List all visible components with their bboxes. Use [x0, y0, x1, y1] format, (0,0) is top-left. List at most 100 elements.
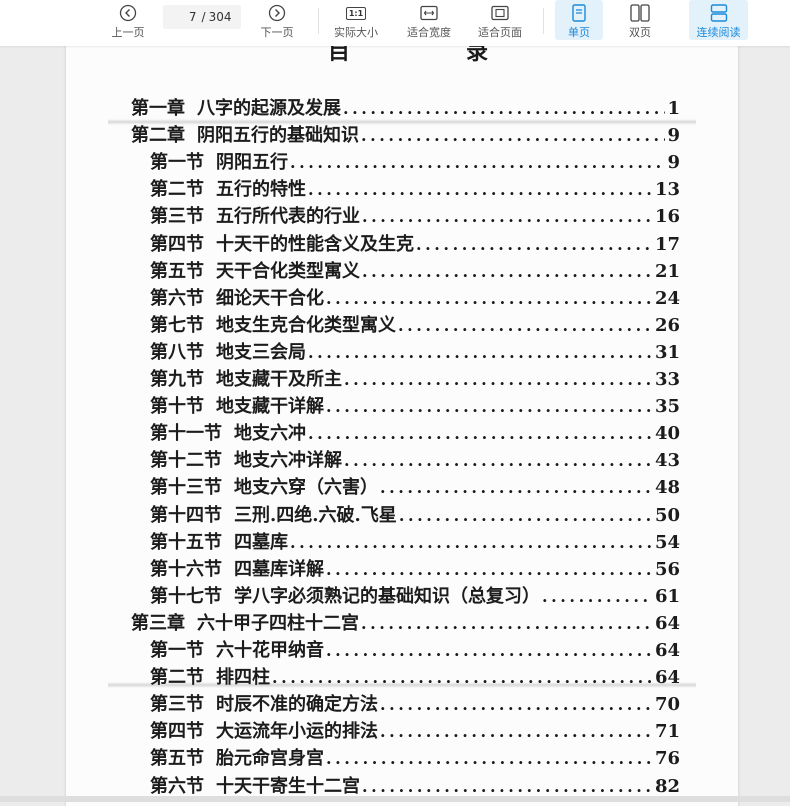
- toc-entry-title: 三刑.四绝.六破.飞星: [234, 505, 397, 526]
- toc-entry-label: 第六节: [150, 288, 204, 309]
- toc-section-entry[interactable]: 第十三节地支六穿（六害） 48: [150, 473, 680, 498]
- page-number-input[interactable]: [172, 10, 197, 24]
- toc-entry-title: 细论天干合化: [216, 288, 324, 309]
- toc-entry-label: 第一节: [150, 640, 204, 661]
- toc-leader-dots: [399, 506, 653, 525]
- toc-entry-title: 六十甲子四柱十二宫: [197, 613, 359, 634]
- toc-entry-label: 第十五节: [150, 532, 222, 553]
- toc-entry-label: 第五节: [150, 748, 204, 769]
- toc-section-entry[interactable]: 第九节地支藏干及所主 33: [150, 365, 680, 390]
- double-page-button[interactable]: 双页: [616, 0, 664, 42]
- toc-section-entry[interactable]: 第十节地支藏干详解 35: [150, 392, 680, 417]
- toc-leader-dots: [344, 451, 653, 470]
- next-page-button[interactable]: 下一页: [255, 0, 299, 42]
- toc-leader-dots: [343, 99, 665, 118]
- toc-section-entry[interactable]: 第一节阴阳五行 9: [150, 148, 680, 173]
- fit-width-icon: [420, 3, 438, 23]
- toc-entry-page-number: 82: [654, 776, 680, 797]
- toc-chapter-entry[interactable]: 第二章阴阳五行的基础知识 9: [131, 121, 680, 146]
- toc-entry-title: 十天干的性能含义及生克: [216, 234, 414, 255]
- toc-entry-page-number: 64: [654, 613, 680, 634]
- toc-section-entry[interactable]: 第十五节四墓库 54: [150, 528, 680, 553]
- toc-entry-page-number: 64: [654, 640, 680, 661]
- toc-entry-page-number: 43: [654, 450, 680, 471]
- toc-leader-dots: [326, 289, 653, 308]
- actual-size-button[interactable]: 1:1 实际大小: [330, 0, 382, 42]
- actual-size-icon: 1:1: [345, 3, 367, 23]
- toc-leader-dots: [308, 180, 653, 199]
- toc-section-entry[interactable]: 第十二节地支六冲详解 43: [150, 446, 680, 471]
- prev-page-button[interactable]: 上一页: [106, 0, 150, 42]
- toc-section-entry[interactable]: 第七节地支生克合化类型寓义 26: [150, 311, 680, 336]
- toc-leader-dots: [308, 343, 653, 362]
- toc-entry-label: 第九节: [150, 369, 204, 390]
- toc-entry-label: 第六节: [150, 776, 204, 797]
- single-page-button[interactable]: 单页: [555, 0, 603, 40]
- toc-section-entry[interactable]: 第五节胎元命宫身宫 76: [150, 744, 680, 769]
- toc-entry-page-number: 54: [654, 532, 680, 553]
- toc-entry-title: 阴阳五行: [216, 152, 288, 173]
- toc-entry-page-number: 31: [654, 342, 680, 363]
- chevron-right-icon: [268, 3, 286, 23]
- toc-entry-label: 第十七节: [150, 586, 222, 607]
- toc-section-entry[interactable]: 第一节六十花甲纳音 64: [150, 636, 680, 661]
- toc-section-entry[interactable]: 第十六节四墓库详解 56: [150, 555, 680, 580]
- toc-entry-title: 地支生克合化类型寓义: [216, 315, 396, 336]
- toc-entry-title: 八字的起源及发展: [197, 98, 341, 119]
- bottom-scroll-area: [0, 796, 790, 802]
- toc-entry-label: 第二章: [131, 125, 185, 146]
- toc-section-entry[interactable]: 第十一节地支六冲 40: [150, 419, 680, 444]
- toc-entry-page-number: 40: [654, 423, 680, 444]
- toc-section-entry[interactable]: 第六节十天干寄生十二宫 82: [150, 772, 680, 797]
- toc-entry-label: 第四节: [150, 721, 204, 742]
- toc-entry-title: 大运流年小运的排法: [216, 721, 378, 742]
- toc-section-entry[interactable]: 第五节天干合化类型寓义 21: [150, 257, 680, 282]
- continuous-reading-button[interactable]: 连续阅读: [689, 0, 748, 40]
- toc-entry-page-number: 50: [654, 505, 680, 526]
- toc-entry-label: 第三节: [150, 206, 204, 227]
- toc-section-entry[interactable]: 第四节十天干的性能含义及生克 17: [150, 230, 680, 255]
- toc-entry-title: 四墓库: [234, 532, 288, 553]
- toc-section-entry[interactable]: 第十四节三刑.四绝.六破.飞星 50: [150, 501, 680, 526]
- toc-entry-page-number: 48: [654, 477, 680, 498]
- toc-leader-dots: [361, 126, 665, 145]
- toc-leader-dots: [326, 560, 653, 579]
- toc-leader-dots: [542, 587, 653, 606]
- continuous-reading-label: 连续阅读: [696, 26, 741, 39]
- toc-entry-page-number: 33: [654, 369, 680, 390]
- toc-entry-title: 四墓库详解: [234, 559, 324, 580]
- toc-section-entry[interactable]: 第三节时辰不准的确定方法 70: [150, 690, 680, 715]
- fit-page-label: 适合页面: [478, 26, 522, 39]
- toc-entry-label: 第十节: [150, 396, 204, 417]
- toc-entry-page-number: 71: [654, 721, 680, 742]
- toc-section-entry[interactable]: 第十七节学八字必须熟记的基础知识（总复习） 61: [150, 582, 680, 607]
- toc-entry-title: 五行的特性: [216, 179, 306, 200]
- next-page-label: 下一页: [260, 26, 294, 39]
- actual-size-label: 实际大小: [334, 26, 378, 39]
- toc-section-entry[interactable]: 第四节大运流年小运的排法 71: [150, 717, 680, 742]
- toc-entry-page-number: 76: [654, 748, 680, 769]
- toc-section-entry[interactable]: 第二节五行的特性 13: [150, 175, 680, 200]
- toc-entry-title: 胎元命宫身宫: [216, 748, 324, 769]
- toc-entry-label: 第三章: [131, 613, 185, 634]
- page-indicator: / 304: [163, 5, 241, 29]
- fit-width-label: 适合宽度: [407, 26, 451, 39]
- toc-leader-dots: [272, 668, 653, 687]
- toc-section-entry[interactable]: 第二节排四柱 64: [150, 663, 680, 688]
- toc-entry-page-number: 26: [654, 315, 680, 336]
- toc-section-entry[interactable]: 第三节五行所代表的行业 16: [150, 202, 680, 227]
- chevron-left-icon: [119, 3, 137, 23]
- toc-chapter-entry[interactable]: 第一章八字的起源及发展 1: [131, 94, 680, 119]
- toc-section-entry[interactable]: 第八节地支三会局 31: [150, 338, 680, 363]
- fit-width-button[interactable]: 适合宽度: [401, 0, 457, 42]
- toc-leader-dots: [362, 207, 653, 226]
- toc-entry-title: 地支藏干及所主: [216, 369, 342, 390]
- toc-leader-dots: [398, 316, 653, 335]
- toc-section-entry[interactable]: 第六节细论天干合化 24: [150, 284, 680, 309]
- toc-chapter-entry[interactable]: 第三章六十甲子四柱十二宫 64: [131, 609, 680, 634]
- toc-entry-title: 排四柱: [216, 667, 270, 688]
- fit-page-button[interactable]: 适合页面: [472, 0, 528, 42]
- document-page: 目 录 第一章八字的起源及发展1第二章阴阳五行的基础知识9第一节阴阳五行9第二节…: [66, 36, 738, 806]
- toc-entry-label: 第十四节: [150, 505, 222, 526]
- toc-entry-page-number: 61: [654, 586, 680, 607]
